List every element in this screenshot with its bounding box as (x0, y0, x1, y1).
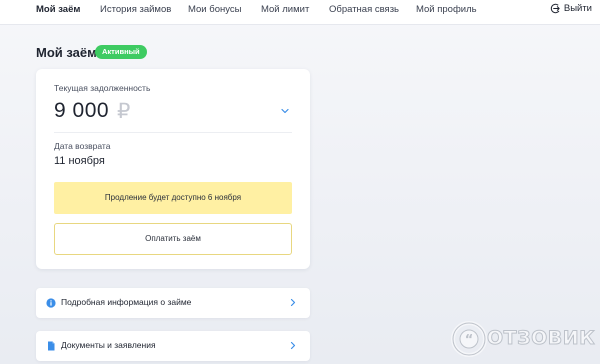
due-date-label: Дата возврата (54, 141, 111, 151)
pay-loan-button[interactable]: Оплатить заём (54, 223, 292, 255)
otzovik-logo-icon: “ (451, 321, 487, 357)
otzovik-watermark: “ ОТЗОВИК (450, 320, 598, 360)
documents-label: Документы и заявления (61, 340, 156, 350)
loan-details-row[interactable]: Подробная информация о займе (36, 288, 310, 318)
debt-amount: 9 000 (54, 99, 110, 122)
nav-my-bonuses[interactable]: Мои бонусы (188, 4, 241, 15)
chevron-down-icon[interactable] (280, 107, 290, 115)
exit-icon (550, 3, 561, 14)
nav-my-limit[interactable]: Мой лимит (261, 4, 309, 15)
watermark-text: ОТЗОВИК (486, 327, 596, 350)
loan-card: Текущая задолженность 9 000 ₽ Дата возвр… (36, 69, 310, 269)
page-title: Мой заём (36, 45, 97, 60)
chevron-right-icon (290, 298, 296, 307)
nav-loan-history[interactable]: История займов (100, 4, 171, 15)
status-badge: Активный (95, 45, 147, 59)
loan-details-label: Подробная информация о займе (61, 297, 192, 307)
nav-feedback[interactable]: Обратная связь (329, 4, 399, 15)
nav-my-profile[interactable]: Мой профиль (416, 4, 477, 15)
svg-text:“: “ (465, 333, 474, 348)
document-icon (48, 341, 55, 351)
debt-label: Текущая задолженность (54, 83, 151, 93)
top-navigation: Мой заём История займов Мои бонусы Мой л… (0, 0, 600, 25)
currency-sign: ₽ (117, 100, 131, 123)
exit-label: Выйти (563, 3, 592, 14)
extension-banner: Продление будет доступно 6 ноября (54, 182, 292, 214)
documents-row[interactable]: Документы и заявления (36, 331, 310, 361)
nav-my-loan[interactable]: Мой заём (36, 4, 80, 15)
chevron-right-icon (290, 341, 296, 350)
info-icon (46, 298, 56, 308)
due-date: 11 ноября (54, 155, 105, 167)
exit-button[interactable]: Выйти (550, 3, 592, 14)
divider (54, 132, 292, 133)
